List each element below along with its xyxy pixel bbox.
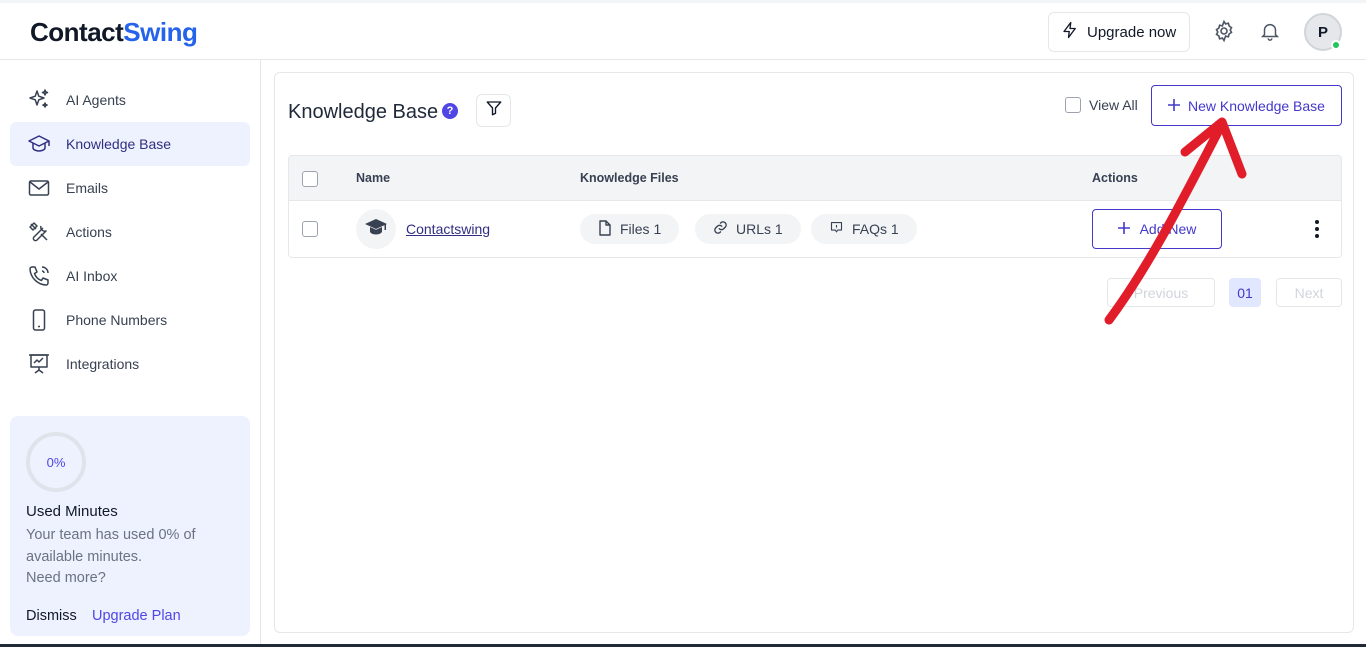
row-checkbox[interactable] <box>302 221 318 237</box>
file-icon <box>598 219 612 239</box>
column-header-actions: Actions <box>1092 171 1138 185</box>
graduation-cap-icon <box>364 215 388 244</box>
lightning-icon <box>1061 21 1079 43</box>
page-title: Knowledge Base <box>288 101 439 123</box>
sidebar-item-label: AI Agents <box>66 92 126 108</box>
avatar-initial: P <box>1317 23 1328 41</box>
usage-title: Used Minutes <box>26 503 118 520</box>
column-header-knowledge-files: Knowledge Files <box>580 171 679 185</box>
smartphone-icon <box>26 307 52 333</box>
table-header: Name Knowledge Files Actions <box>289 156 1341 201</box>
more-options-kebab-icon[interactable] <box>1309 217 1325 241</box>
phone-call-icon <box>26 263 52 289</box>
add-new-button[interactable]: Add New <box>1092 209 1222 249</box>
filter-button[interactable] <box>476 94 511 127</box>
tools-icon <box>26 219 52 245</box>
view-all-checkbox[interactable] <box>1065 97 1081 113</box>
knowledge-base-table: Name Knowledge Files Actions Contactswin… <box>288 155 1342 258</box>
urls-chip[interactable]: URLs 1 <box>695 214 801 244</box>
previous-label: Previous <box>1133 284 1189 301</box>
sidebar-item-integrations[interactable]: Integrations <box>10 342 250 386</box>
sidebar-item-emails[interactable]: Emails <box>10 166 250 210</box>
dismiss-button[interactable]: Dismiss <box>26 608 77 624</box>
sidebar-item-phone-numbers[interactable]: Phone Numbers <box>10 298 250 342</box>
upgrade-now-button[interactable]: Upgrade now <box>1048 12 1190 52</box>
page-number-label: 01 <box>1237 284 1253 301</box>
sidebar-item-knowledge-base[interactable]: Knowledge Base <box>10 122 250 166</box>
usage-card: 0% Used Minutes Your team has used 0% of… <box>10 416 250 636</box>
select-all-checkbox[interactable] <box>302 171 318 187</box>
filter-icon <box>485 99 503 122</box>
link-icon <box>713 220 728 238</box>
files-chip[interactable]: Files 1 <box>580 214 680 244</box>
faqs-count-label: FAQs 1 <box>852 221 899 237</box>
upgrade-plan-link[interactable]: Upgrade Plan <box>92 608 181 624</box>
usage-progress-ring: 0% <box>26 432 86 492</box>
add-new-label: Add New <box>1139 221 1197 237</box>
faq-bubble-icon <box>829 220 844 238</box>
sidebar-item-label: Actions <box>66 224 112 240</box>
brand-logo[interactable]: ContactSwing <box>30 17 198 48</box>
logo-suffix: Swing <box>123 17 198 47</box>
presentation-icon <box>26 351 52 377</box>
knowledge-base-avatar <box>356 209 396 249</box>
table-row: Contactswing Files 1 URLs 1 FAQs 1 Add N… <box>289 201 1341 257</box>
sparkles-icon <box>26 87 52 113</box>
previous-page-button[interactable]: Previous <box>1107 278 1215 307</box>
settings-gear-icon[interactable] <box>1211 18 1237 44</box>
usage-need-more: Need more? <box>26 570 106 586</box>
sidebar-item-ai-inbox[interactable]: AI Inbox <box>10 254 250 298</box>
mail-icon <box>26 175 52 201</box>
new-knowledge-base-button[interactable]: New Knowledge Base <box>1151 85 1342 126</box>
sidebar-item-actions[interactable]: Actions <box>10 210 250 254</box>
files-count-label: Files 1 <box>620 221 662 237</box>
sidebar-item-label: AI Inbox <box>66 268 118 284</box>
top-header: ContactSwing Upgrade now P <box>0 0 1366 60</box>
sidebar: AI Agents Knowledge Base Emails Actions … <box>0 60 261 647</box>
notification-bell-icon[interactable] <box>1257 18 1283 44</box>
user-avatar[interactable]: P <box>1304 13 1342 51</box>
view-all-label: View All <box>1089 97 1138 113</box>
new-knowledge-base-label: New Knowledge Base <box>1188 97 1325 114</box>
urls-count-label: URLs 1 <box>736 221 783 237</box>
sidebar-item-ai-agents[interactable]: AI Agents <box>10 78 250 122</box>
usage-percent: 0% <box>46 454 66 470</box>
sidebar-item-label: Phone Numbers <box>66 312 168 328</box>
app-root: ContactSwing Upgrade now P AI Agents Kno… <box>0 0 1366 647</box>
knowledge-base-name-link[interactable]: Contactswing <box>406 221 490 237</box>
view-all-toggle[interactable]: View All <box>1065 97 1138 113</box>
usage-description: Your team has used 0% of available minut… <box>26 527 196 565</box>
faqs-chip[interactable]: FAQs 1 <box>811 214 917 244</box>
plus-icon <box>1168 98 1180 114</box>
help-glyph: ? <box>446 105 454 117</box>
sidebar-item-label: Integrations <box>66 356 140 372</box>
graduation-cap-icon <box>26 131 52 157</box>
online-status-dot <box>1331 40 1341 50</box>
next-page-button[interactable]: Next <box>1276 278 1342 307</box>
upgrade-now-label: Upgrade now <box>1087 23 1177 41</box>
sidebar-item-label: Emails <box>66 180 109 196</box>
sidebar-item-label: Knowledge Base <box>66 136 172 152</box>
next-label: Next <box>1294 284 1324 301</box>
knowledge-base-panel: Knowledge Base ? View All New Knowledge … <box>274 72 1354 633</box>
column-header-name: Name <box>356 171 391 185</box>
plus-icon <box>1117 221 1130 237</box>
current-page-number[interactable]: 01 <box>1229 278 1261 307</box>
help-icon[interactable]: ? <box>442 103 458 119</box>
logo-prefix: Contact <box>30 17 124 47</box>
